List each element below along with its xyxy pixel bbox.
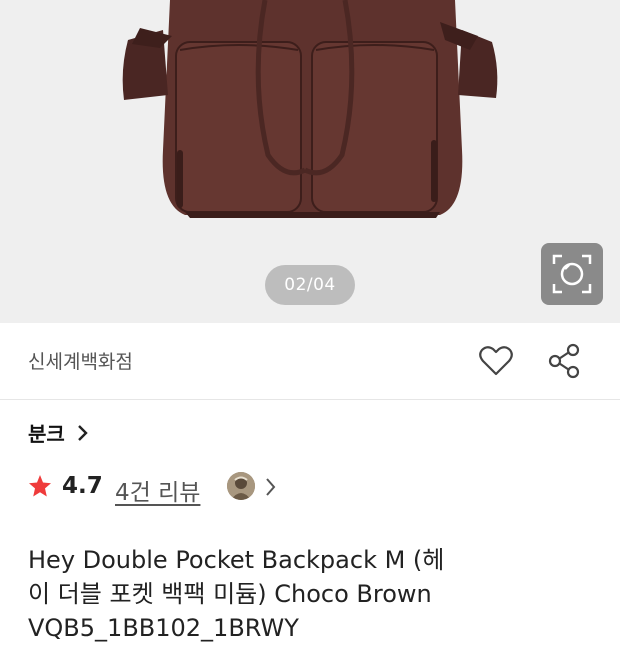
chevron-right-icon[interactable] [264, 477, 278, 497]
brand-name: 분크 [28, 422, 65, 446]
store-name[interactable]: 신세계백화점 [28, 347, 133, 374]
share-button[interactable] [545, 341, 585, 381]
share-icon [548, 343, 580, 379]
heart-icon [479, 346, 513, 376]
image-search-button[interactable] [541, 243, 603, 305]
product-image-carousel[interactable]: 02/04 [0, 0, 620, 323]
rating-score: 4.7 [62, 473, 103, 499]
reviewer-avatar[interactable] [227, 472, 255, 500]
camera-lens-search-icon [552, 254, 592, 294]
product-title-line: 이 더블 포켓 백팩 미듐) Choco Brown [28, 580, 432, 608]
rating-row: 4.7 4건 리뷰 [28, 470, 588, 507]
brand-link[interactable]: 분크 [28, 418, 90, 446]
star-icon [29, 475, 51, 497]
image-page-indicator: 02/04 [265, 265, 355, 305]
wishlist-button[interactable] [476, 341, 516, 381]
product-title-line: Hey Double Pocket Backpack M (헤 [28, 546, 445, 574]
review-count-link[interactable]: 4건 리뷰 [115, 473, 200, 507]
product-title: Hey Double Pocket Backpack M (헤 이 더블 포켓 … [28, 543, 598, 645]
product-title-line: VQB5_1BB102_1BRWY [28, 614, 299, 642]
store-row: 신세계백화점 [0, 323, 620, 400]
chevron-right-icon [78, 424, 88, 441]
